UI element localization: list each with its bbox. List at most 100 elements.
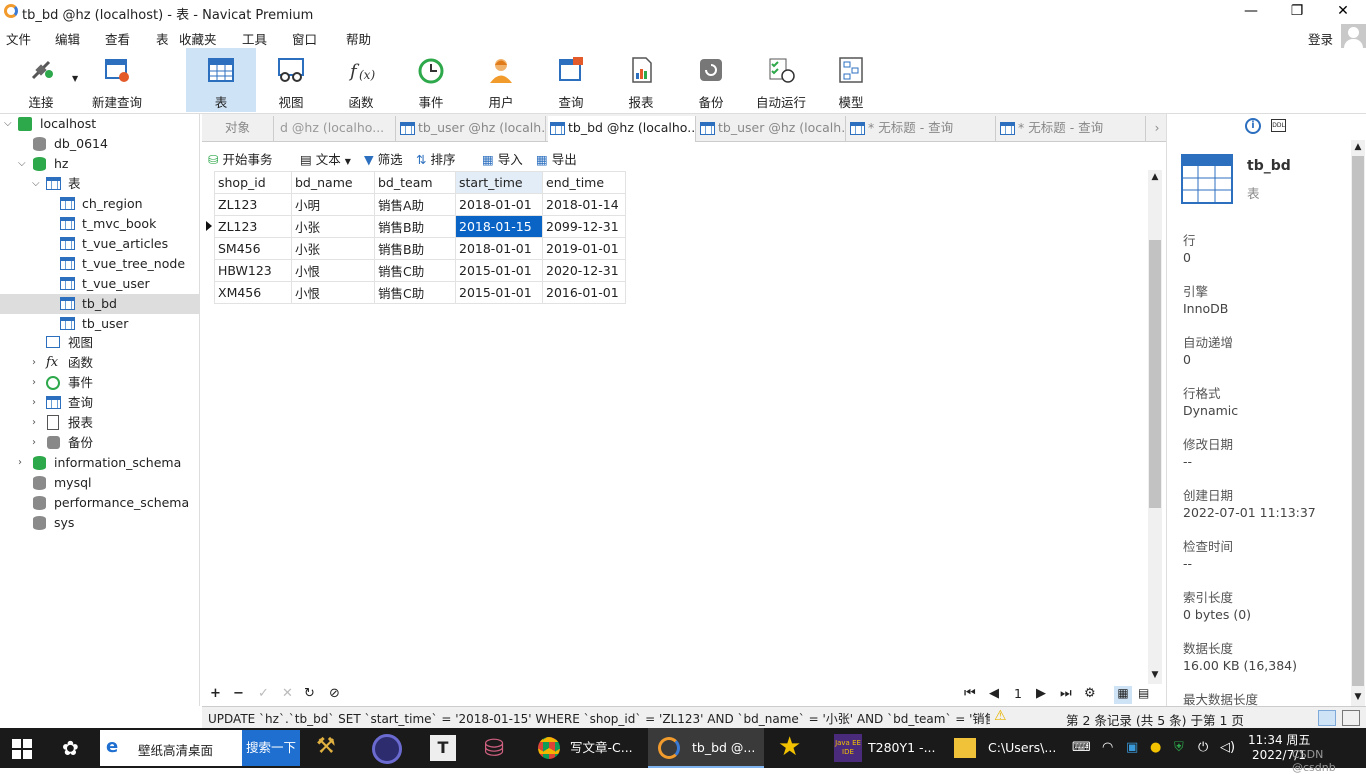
tree-node-information-schema[interactable]: › information_schema: [0, 453, 200, 473]
taskbar-navicat[interactable]: tb_bd @...: [648, 728, 764, 768]
minimize-button[interactable]: —: [1228, 0, 1274, 24]
table-cell[interactable]: ZL123: [214, 193, 292, 216]
chevron-down-icon[interactable]: ▼: [1351, 692, 1365, 702]
import-button[interactable]: ▦ 导入: [482, 149, 523, 168]
task-view-icon[interactable]: ✿: [62, 736, 79, 760]
backup-button[interactable]: 备份: [676, 48, 746, 112]
chevron-right-icon[interactable]: ›: [32, 373, 42, 393]
table-cell[interactable]: 2018-01-01: [455, 193, 543, 216]
chevron-down-icon[interactable]: ⌵: [18, 154, 28, 174]
panel-toggle-icon[interactable]: [1342, 710, 1360, 726]
event-button[interactable]: 事件: [396, 48, 466, 112]
info-icon[interactable]: i: [1245, 118, 1261, 134]
eclipse-app-icon[interactable]: [372, 734, 402, 764]
table-cell[interactable]: 2020-12-31: [542, 259, 626, 282]
table-button[interactable]: 表: [186, 48, 256, 112]
chevron-right-icon[interactable]: ›: [18, 453, 28, 473]
panel-toggle-icon[interactable]: [1318, 710, 1336, 726]
table-cell[interactable]: ZL123: [214, 215, 292, 238]
typora-app-icon[interactable]: T: [430, 735, 456, 761]
table-row[interactable]: ZL123 小明 销售A助 2018-01-01 2018-01-14: [214, 193, 626, 216]
search-button[interactable]: 搜索一下: [242, 730, 300, 766]
page-number[interactable]: 1: [1014, 686, 1022, 701]
table-cell[interactable]: 小明: [291, 193, 375, 216]
tray-app-icon[interactable]: ●: [1150, 740, 1161, 755]
tree-node-views[interactable]: 视图: [0, 333, 200, 353]
tab-document[interactable]: d @hz (localho...: [276, 116, 396, 142]
clock-time[interactable]: 11:34 周五: [1248, 731, 1310, 748]
tree-node-reports[interactable]: › 报表: [0, 413, 200, 433]
model-button[interactable]: 模型: [816, 48, 886, 112]
grid-scrollbar[interactable]: ▲ ▼: [1148, 170, 1162, 684]
chevron-right-icon[interactable]: ›: [1148, 116, 1166, 142]
tab-objects[interactable]: 对象: [202, 116, 274, 142]
table-cell[interactable]: 2018-01-01: [455, 237, 543, 260]
tree-table-item[interactable]: t_vue_user: [0, 274, 200, 294]
wifi-icon[interactable]: ◠: [1102, 740, 1113, 755]
first-page-button[interactable]: ⏮: [964, 686, 976, 701]
scrollbar-thumb[interactable]: [1352, 156, 1364, 686]
menu-view[interactable]: 查看: [105, 29, 130, 48]
table-row[interactable]: SM456 小张 销售B助 2018-01-01 2019-01-01: [214, 237, 626, 260]
last-page-button[interactable]: ⏭: [1060, 686, 1072, 701]
tree-table-item[interactable]: tb_user: [0, 314, 200, 334]
tree-node-mysql[interactable]: mysql: [0, 473, 200, 493]
table-cell[interactable]: 2015-01-01: [455, 281, 543, 304]
taskbar-chrome[interactable]: 写文章-C...: [530, 728, 644, 768]
user-button[interactable]: 用户: [466, 48, 536, 112]
windows-start-icon[interactable]: [12, 739, 32, 759]
chevron-right-icon[interactable]: ›: [32, 433, 42, 453]
table-cell[interactable]: 2016-01-01: [542, 281, 626, 304]
sort-button[interactable]: ⇅ 排序: [416, 149, 455, 168]
table-cell[interactable]: 2018-01-14: [542, 193, 626, 216]
tree-node-queries[interactable]: › 查询: [0, 393, 200, 413]
form-view-icon[interactable]: ▤: [1138, 686, 1149, 700]
text-button[interactable]: ▤ 文本 ▼: [300, 149, 351, 168]
menu-table[interactable]: 表: [156, 29, 169, 48]
tree-table-item[interactable]: ch_region: [0, 194, 200, 214]
keyboard-icon[interactable]: ⌨: [1072, 740, 1091, 755]
tree-table-item[interactable]: t_vue_articles: [0, 234, 200, 254]
apply-changes-button[interactable]: ✓: [258, 686, 269, 701]
taskbar-explorer[interactable]: C:\Users\...: [946, 728, 1058, 768]
export-button[interactable]: ▦ 导出: [536, 149, 577, 168]
ddl-icon[interactable]: DDL: [1271, 119, 1286, 132]
tools-app-icon[interactable]: ⚒: [316, 734, 336, 759]
close-button[interactable]: ✕: [1320, 0, 1366, 24]
tab-document[interactable]: * 无标题 - 查询: [998, 116, 1146, 142]
tree-node-tables[interactable]: ⌵ 表: [0, 174, 200, 194]
chevron-up-icon[interactable]: ▲: [1351, 142, 1365, 152]
table-cell-selected[interactable]: 2018-01-15: [455, 215, 543, 238]
previous-page-button[interactable]: ◀: [989, 686, 999, 701]
chevron-down-icon[interactable]: ⌵: [4, 114, 14, 134]
menu-help[interactable]: 帮助: [346, 29, 371, 48]
tree-node-localhost[interactable]: ⌵ localhost: [0, 114, 200, 134]
tree-node-db-0614[interactable]: db_0614: [0, 134, 200, 154]
tree-table-item[interactable]: t_mvc_book: [0, 214, 200, 234]
table-cell[interactable]: 销售A助: [374, 193, 456, 216]
table-cell[interactable]: 2099-12-31: [542, 215, 626, 238]
table-row-current[interactable]: ZL123 小张 销售B助 2018-01-15 2099-12-31: [214, 215, 626, 238]
menu-edit[interactable]: 编辑: [55, 29, 80, 48]
query-button[interactable]: 查询: [536, 48, 606, 112]
table-cell[interactable]: 销售B助: [374, 237, 456, 260]
delete-record-button[interactable]: −: [233, 686, 244, 701]
table-cell[interactable]: SM456: [214, 237, 292, 260]
next-page-button[interactable]: ▶: [1036, 686, 1046, 701]
network-icon[interactable]: ▣: [1126, 740, 1138, 755]
tree-node-events[interactable]: › 事件: [0, 373, 200, 393]
volume-icon[interactable]: ◁): [1220, 740, 1235, 755]
chevron-right-icon[interactable]: ›: [32, 353, 42, 373]
add-record-button[interactable]: +: [210, 686, 221, 701]
avatar[interactable]: [1341, 24, 1366, 48]
column-header[interactable]: bd_team: [374, 171, 456, 194]
begin-transaction-button[interactable]: ⛁ 开始事务: [208, 149, 272, 168]
menu-window[interactable]: 窗口: [292, 29, 317, 48]
chevron-right-icon[interactable]: ›: [32, 393, 42, 413]
tree-table-item-selected[interactable]: tb_bd: [0, 294, 200, 314]
taskbar-java-ee[interactable]: Java EE IDE T280Y1 -...: [828, 728, 942, 768]
stop-icon[interactable]: ⊘: [329, 686, 340, 701]
table-cell[interactable]: 销售C助: [374, 281, 456, 304]
automation-button[interactable]: 自动运行: [746, 48, 816, 112]
table-cell[interactable]: 小恨: [291, 281, 375, 304]
